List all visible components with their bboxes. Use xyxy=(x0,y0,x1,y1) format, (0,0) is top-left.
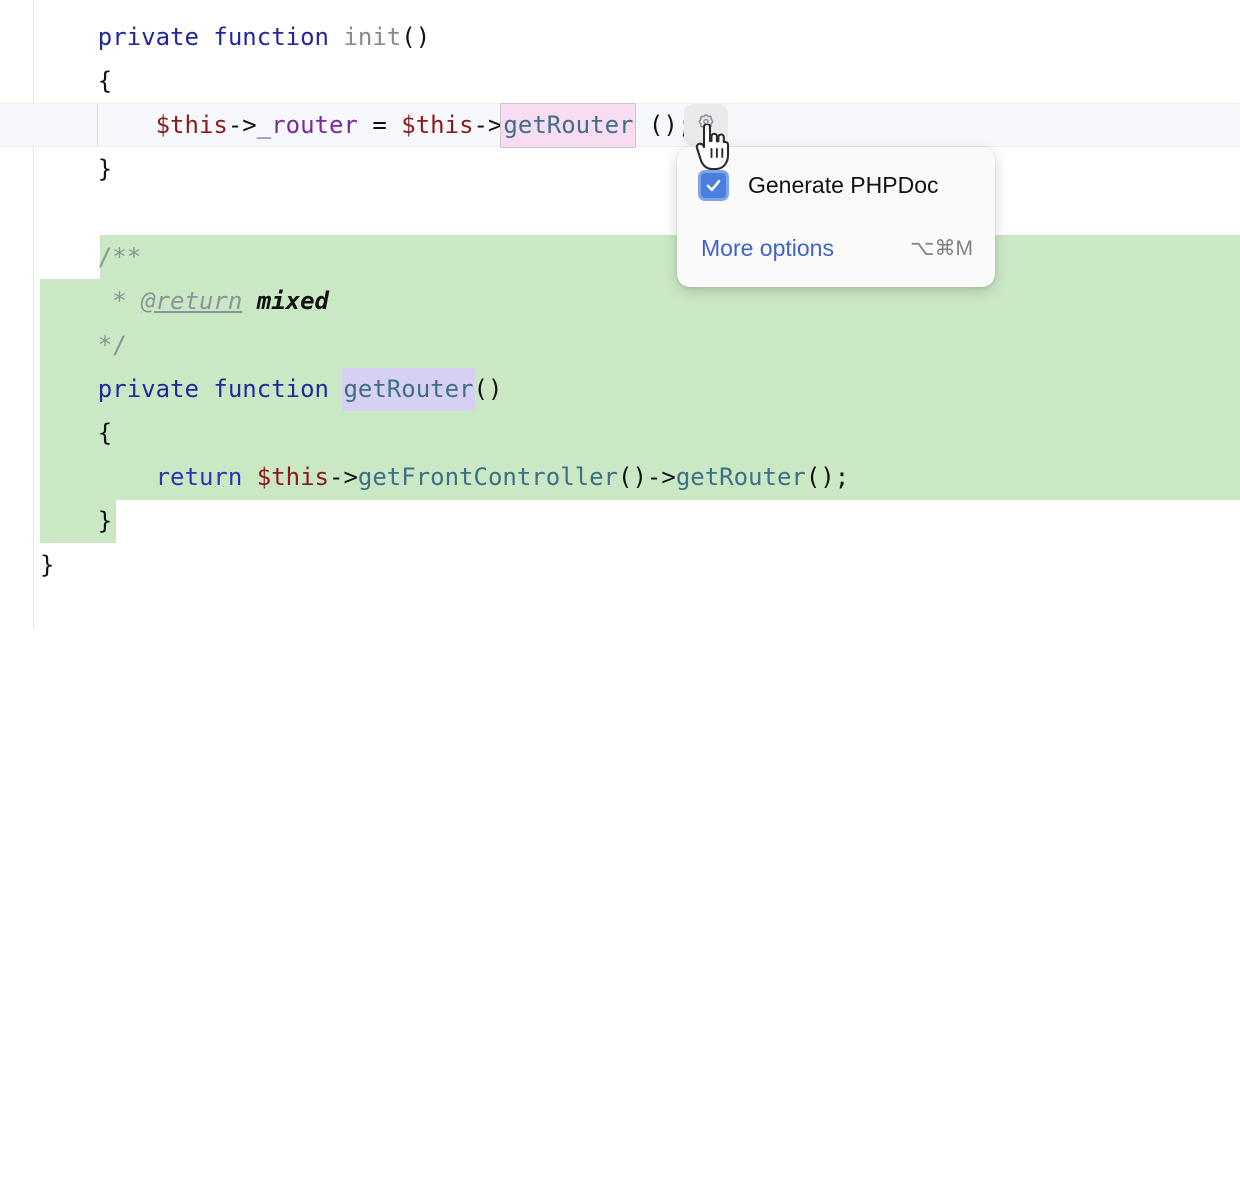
token-keyword-private: private xyxy=(97,375,199,403)
token-method-get-front-controller: getFrontController xyxy=(357,463,618,491)
token-function-name-init: init xyxy=(343,23,402,51)
context-actions-button[interactable] xyxy=(684,104,728,146)
token-doc-star: * xyxy=(97,287,142,315)
generate-phpdoc-label: Generate PHPDoc xyxy=(748,172,939,198)
code-line[interactable]: } xyxy=(0,543,54,587)
token-keyword-private: private xyxy=(97,23,199,51)
code-line[interactable]: } xyxy=(0,147,112,191)
token-call-end: (); xyxy=(805,463,850,491)
code-editor[interactable]: private function init() { $this->_router… xyxy=(0,0,1240,628)
token-brace-close: } xyxy=(40,551,55,579)
context-actions-popup[interactable]: Generate PHPDoc More options ⌥⌘M xyxy=(677,147,995,287)
token-variable-this: $this xyxy=(155,111,228,139)
token-arrow: -> xyxy=(473,111,503,139)
declaration-identifier-highlight[interactable]: getRouter xyxy=(342,368,475,411)
code-line[interactable]: } xyxy=(0,499,112,543)
renamed-identifier-highlight[interactable]: getRouter xyxy=(500,103,637,148)
token-doc-close: */ xyxy=(83,331,127,359)
token-keyword-function: function xyxy=(213,23,329,51)
token-brace-open: { xyxy=(97,67,113,95)
token-brace-close: } xyxy=(97,507,113,535)
code-line[interactable]: { xyxy=(0,59,112,103)
code-line[interactable]: { xyxy=(0,411,112,455)
code-line-current[interactable]: $this->_router = $this->getRouter (); xyxy=(0,103,692,148)
code-line[interactable]: private function init() xyxy=(0,15,430,59)
check-icon xyxy=(706,179,721,192)
more-options-row[interactable]: More options ⌥⌘M xyxy=(701,235,973,262)
code-line[interactable]: * @return mixed xyxy=(0,279,329,323)
token-doc-type-mixed: mixed xyxy=(242,287,330,315)
gear-icon xyxy=(695,112,717,139)
token-variable-this: $this xyxy=(401,111,474,139)
generate-phpdoc-checkbox[interactable] xyxy=(698,170,729,201)
code-line[interactable]: /** xyxy=(0,235,141,279)
token-brace-close: } xyxy=(97,155,113,183)
token-arrow: -> xyxy=(227,111,257,139)
token-brace-open: { xyxy=(97,419,113,447)
token-variable-this: $this xyxy=(256,463,329,491)
generate-phpdoc-row[interactable]: Generate PHPDoc xyxy=(698,170,938,201)
more-options-shortcut: ⌥⌘M xyxy=(910,237,973,260)
token-property-router: _router xyxy=(256,111,358,139)
more-options-link[interactable]: More options xyxy=(701,235,834,262)
code-line[interactable]: return $this->getFrontController()->getR… xyxy=(0,455,850,499)
code-text[interactable]: private function init() { $this->_router… xyxy=(0,0,1240,1188)
code-line[interactable]: */ xyxy=(0,323,127,367)
token-arrow: -> xyxy=(646,463,676,491)
token-arrow: -> xyxy=(329,463,358,491)
code-line[interactable]: private function getRouter() xyxy=(0,367,502,411)
token-keyword-return: return xyxy=(155,463,243,491)
token-parens: () xyxy=(473,375,503,403)
token-doc-tag-return[interactable]: @return xyxy=(141,287,242,315)
token-equals: = xyxy=(357,111,402,139)
token-keyword-function: function xyxy=(213,375,329,403)
token-parens: () xyxy=(401,23,431,51)
token-doc-open: /** xyxy=(97,243,142,271)
token-empty-call: () xyxy=(618,463,647,491)
token-method-get-router: getRouter xyxy=(675,463,806,491)
